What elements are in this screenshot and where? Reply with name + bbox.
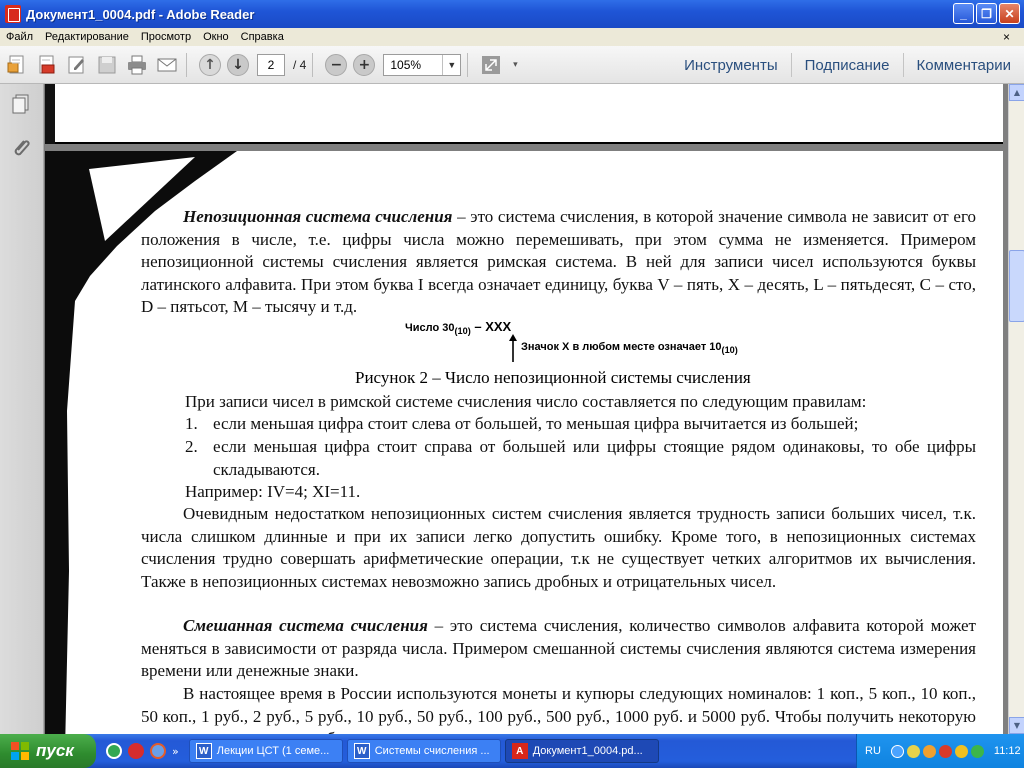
minimize-button[interactable]: _ xyxy=(953,3,974,24)
vertical-scrollbar[interactable]: ▲ ▼ xyxy=(1008,84,1024,734)
open-file-icon[interactable] xyxy=(34,52,60,78)
figure-note-subscript: (10) xyxy=(721,345,738,356)
opera-icon[interactable] xyxy=(128,743,144,759)
create-pdf-icon[interactable] xyxy=(4,52,30,78)
example-line: Например: IV=4; XI=11. xyxy=(185,482,361,501)
figure-arrow xyxy=(509,334,517,362)
edit-pdf-icon[interactable] xyxy=(64,52,90,78)
scroll-thumb[interactable] xyxy=(1009,250,1024,322)
tray-app-icon[interactable] xyxy=(954,744,968,758)
comments-link[interactable]: Комментарии xyxy=(904,57,1024,74)
window-title: Документ1_0004.pdf - Adobe Reader xyxy=(26,6,255,22)
rule-2: если меньшая цифра стоит справа от больш… xyxy=(213,437,976,479)
figure-number-text: Число 30 xyxy=(405,322,455,334)
taskbar: пуск » W Лекции ЦСТ (1 семе... W Системы… xyxy=(0,734,1024,768)
pdf-page: Непозиционная система счисления – это си… xyxy=(45,151,1003,734)
firefox-icon[interactable] xyxy=(150,743,166,759)
menu-bar: Файл Редактирование Просмотр Окно Справк… xyxy=(0,28,1024,46)
save-icon[interactable] xyxy=(94,52,120,78)
window-titlebar: Документ1_0004.pdf - Adobe Reader _ ❐ ✕ xyxy=(0,0,1024,28)
toolbar-separator xyxy=(467,52,469,77)
clock: 11:12 xyxy=(993,745,1021,757)
language-indicator[interactable]: RU xyxy=(865,745,881,757)
full-screen-icon[interactable] xyxy=(478,52,504,78)
previous-page-icon[interactable]: ↑ xyxy=(199,53,221,76)
menu-view[interactable]: Просмотр xyxy=(135,31,197,43)
taskbar-item-lectures[interactable]: W Лекции ЦСТ (1 семе... xyxy=(188,739,343,763)
start-button[interactable]: пуск xyxy=(0,734,96,768)
figure-number-label: Число 30(10) – XXX xyxy=(405,319,511,336)
page-thumbnails-icon[interactable] xyxy=(9,92,33,116)
tray-collapse-icon[interactable] xyxy=(890,744,904,758)
scan-edge xyxy=(45,84,55,144)
taskbar-item-document[interactable]: A Документ1_0004.pd... xyxy=(504,739,659,763)
navigation-pane xyxy=(0,84,44,734)
previous-page-bottom xyxy=(45,84,1003,144)
paragraph-currency: В настоящее время в России используются … xyxy=(141,684,976,734)
print-icon[interactable] xyxy=(124,52,150,78)
scroll-up-icon[interactable]: ▲ xyxy=(1009,84,1024,101)
email-icon[interactable] xyxy=(154,52,180,78)
antivirus-icon[interactable] xyxy=(938,744,952,758)
page-number-input[interactable]: 2 xyxy=(257,53,285,76)
next-page-icon[interactable]: ↓ xyxy=(227,53,249,76)
rule-1: если меньшая цифра стоит слева от больше… xyxy=(213,414,859,433)
chrome-icon[interactable] xyxy=(106,743,122,759)
network-icon[interactable] xyxy=(906,744,920,758)
windows-logo-icon xyxy=(11,742,29,760)
taskbar-item-label: Документ1_0004.pd... xyxy=(532,745,643,757)
document-view[interactable]: Непозиционная система счисления – это си… xyxy=(45,84,1008,734)
document-close-button[interactable]: × xyxy=(997,30,1016,44)
toolbar-separator xyxy=(186,52,187,77)
rule-1-number: 1. xyxy=(185,414,198,433)
term-mixed: Смешанная система счисления xyxy=(183,616,428,635)
menu-edit[interactable]: Редактирование xyxy=(39,31,135,43)
tools-link[interactable]: Инструменты xyxy=(671,57,791,74)
taskbar-item-label: Лекции ЦСТ (1 семе... xyxy=(216,745,330,757)
menu-file[interactable]: Файл xyxy=(0,31,39,43)
figure-caption: Рисунок 2 – Число непозиционной системы … xyxy=(355,368,751,387)
taskbar-item-number-systems[interactable]: W Системы счисления ... xyxy=(346,739,501,763)
zoom-in-icon[interactable]: + xyxy=(353,53,376,76)
page-total: / 4 xyxy=(293,57,307,72)
term-nonpositional: Непозиционная система счисления xyxy=(183,207,453,226)
adobe-reader-icon xyxy=(5,5,21,23)
maximize-button[interactable]: ❐ xyxy=(976,3,997,24)
menu-window[interactable]: Окно xyxy=(197,31,235,43)
paragraph-mixed: Смешанная система счисления – это систем… xyxy=(141,615,976,683)
rules-intro: При записи чисел в римской системе счисл… xyxy=(185,392,867,411)
figure-number-subscript: (10) xyxy=(454,326,471,337)
chevron-down-icon[interactable]: ▼ xyxy=(442,54,460,75)
start-label: пуск xyxy=(36,741,74,760)
figure-note: Значок X в любом месте означает 10(10) xyxy=(521,341,738,355)
sign-link[interactable]: Подписание xyxy=(792,57,903,74)
figure-number-value: – XXX xyxy=(470,319,512,334)
paragraph-nonpositional: Непозиционная система счисления – это си… xyxy=(141,206,976,319)
adobe-reader-icon: A xyxy=(511,743,528,759)
quick-launch: » xyxy=(106,743,179,759)
menu-help[interactable]: Справка xyxy=(235,31,290,43)
zoom-select[interactable]: 105% ▼ xyxy=(383,53,462,76)
toolbar: ↑ ↓ 2 / 4 − + 105% ▼ ▾ Инструменты Подпи… xyxy=(0,46,1024,84)
attachments-icon[interactable] xyxy=(9,136,33,160)
close-button[interactable]: ✕ xyxy=(999,3,1020,24)
toolbar-separator xyxy=(312,52,314,77)
taskbar-item-label: Системы счисления ... xyxy=(374,745,490,757)
tray-app-icon[interactable] xyxy=(970,744,984,758)
quick-launch-expand[interactable]: » xyxy=(172,745,179,758)
scroll-down-icon[interactable]: ▼ xyxy=(1009,717,1024,734)
zoom-out-icon[interactable]: − xyxy=(325,53,348,76)
system-tray: RU 11:12 xyxy=(856,734,1024,768)
word-icon: W xyxy=(195,743,212,759)
toolbar-options-icon[interactable]: ▾ xyxy=(508,52,522,78)
rule-2-number: 2. xyxy=(185,437,198,456)
paragraph-drawbacks: Очевидным недостатком непозиционных сист… xyxy=(141,504,976,591)
zoom-value: 105% xyxy=(390,57,422,72)
word-icon: W xyxy=(353,743,370,759)
tray-app-icon[interactable] xyxy=(922,744,936,758)
figure-note-text: Значок X в любом месте означает 10 xyxy=(521,341,722,353)
